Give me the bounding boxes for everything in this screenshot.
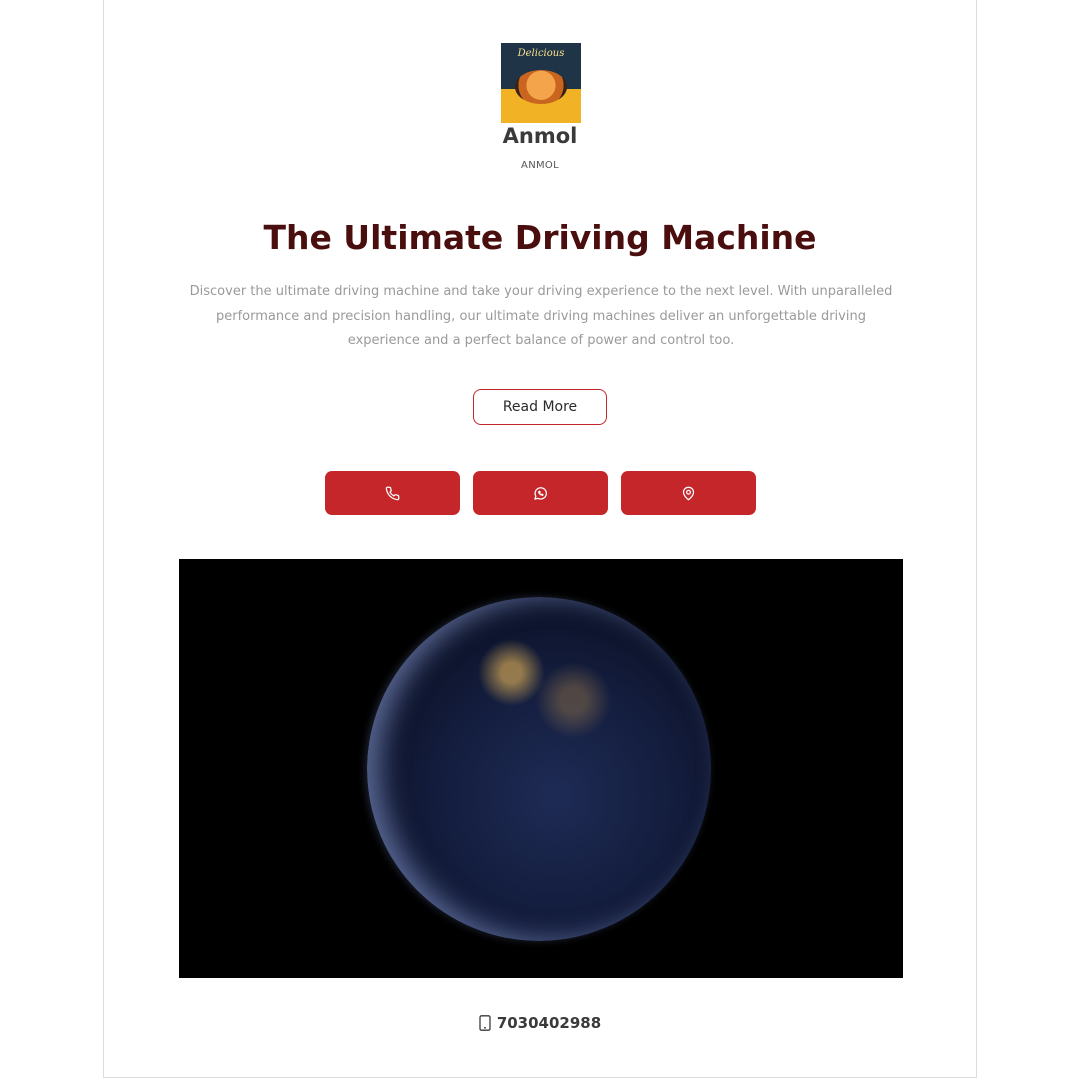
earth-image [367,597,711,941]
pizza-image [515,70,567,104]
page-title: The Ultimate Driving Machine [263,218,817,257]
brand-logo: Delicious [501,43,581,123]
phone-icon [385,486,400,500]
phone-number: 7030402988 [496,1014,602,1032]
profile-name: Anmol [502,124,578,148]
logo-script: Delicious [517,48,565,59]
location-button[interactable] [621,471,756,515]
call-button[interactable] [325,471,460,515]
whatsapp-button[interactable] [473,471,608,515]
read-more-button[interactable]: Read More [473,389,607,425]
profile-subtitle: ANMOL [521,160,559,171]
whatsapp-icon [534,486,547,500]
mobile-phone-icon [479,1015,491,1031]
contact-phone[interactable]: 7030402988 [104,1014,976,1032]
hero-description: Discover the ultimate driving machine an… [189,284,893,348]
location-pin-icon [682,486,695,500]
profile-card: Delicious Anmol ANMOL The Ultimate Drivi… [103,0,977,1078]
earth-video[interactable] [179,559,903,978]
